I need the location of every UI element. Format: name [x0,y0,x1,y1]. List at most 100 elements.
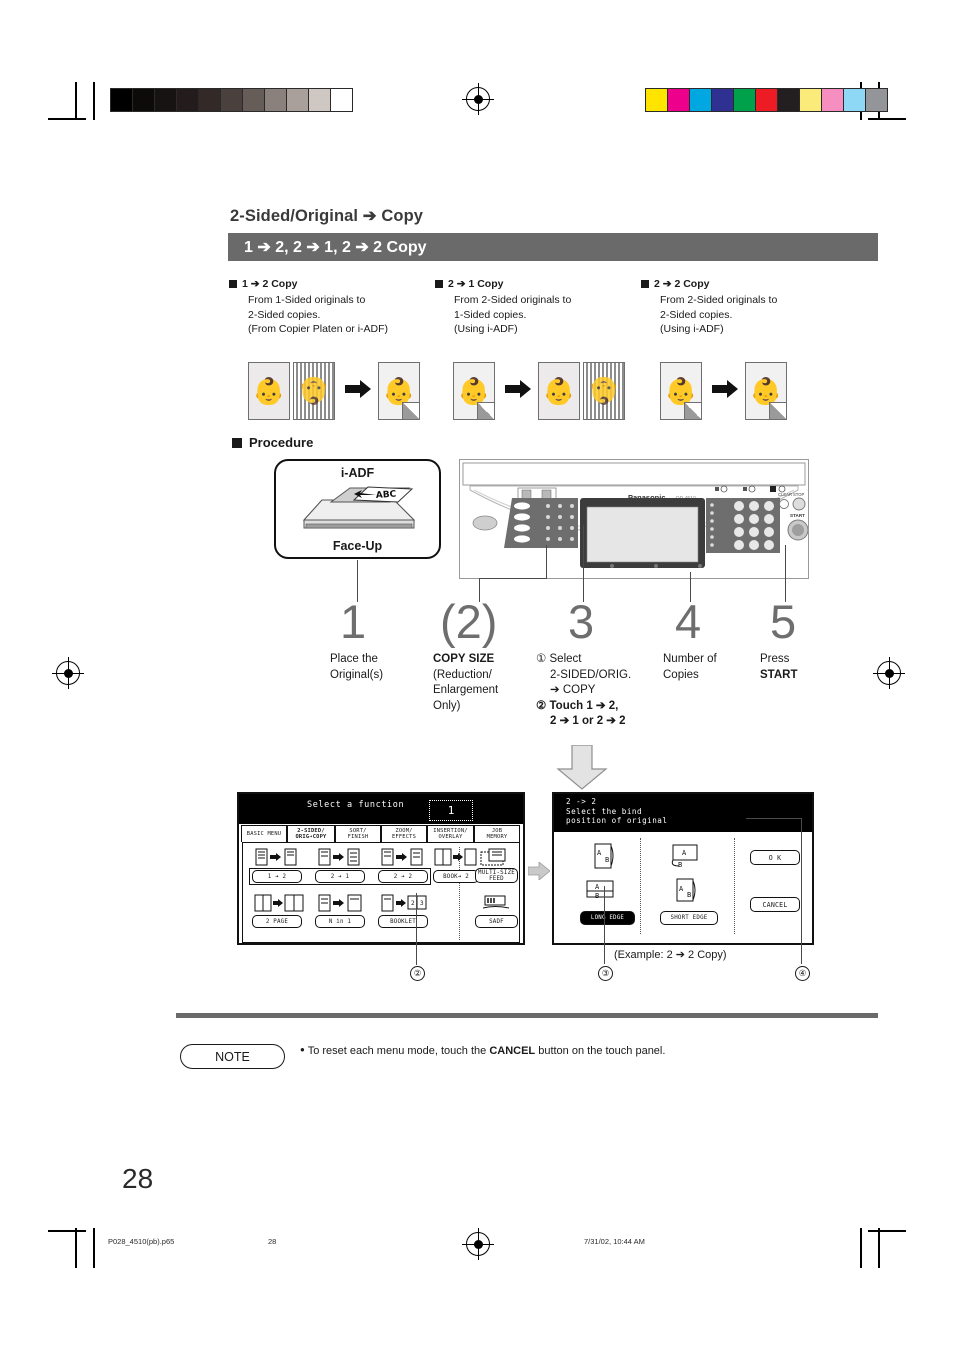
mode-line: From 2-Sided originals to [454,294,572,306]
control-panel-illustration: Panasonic DP-4510 [459,459,809,579]
step-caption-4: Number of Copies [663,652,758,683]
lcd-flow-arrow-icon [527,861,551,885]
button-label: BOOK➔ 2 [443,873,469,880]
original-page-thumb: 👶 [453,362,495,420]
registration-mark-top [462,83,494,115]
procedure-heading: Procedure [249,435,314,450]
button-label: SADF [489,918,504,925]
page-curl-icon [402,402,419,419]
lcd-title-bar: 2 -> 2 Select the bind position of origi… [554,794,812,832]
bullet-square-icon [641,280,649,288]
tab-2sided-orig-copy[interactable]: 2-SIDED/ ORIG➔COPY [287,825,335,842]
tab-label: FINISH [347,834,369,840]
figure-glyph: 👶 [749,376,783,406]
tab-zoom-effects[interactable]: ZOOM/ EFFECTS [381,825,427,842]
gray-bar-swatch [331,89,352,111]
icon-multi-size-feed [476,847,518,867]
thumbnail-group-2to1: 👶 👶 👶 [453,362,628,420]
copy-page-thumb: 👶 [538,362,580,420]
step-caption-line: (Reduction/ [433,668,492,681]
step-caption-line: ① Select [536,653,582,665]
mode-heading-row: 1 ➔ 2 Copy [229,278,434,290]
button-2-page[interactable]: 2 PAGE [252,915,302,928]
icon-long-edge-landscape: AB [580,876,626,904]
lcd-screen-function-menu[interactable]: Select a function 1 BASIC MENU 2-SIDED/ … [237,792,525,945]
button-short-edge[interactable]: SHORT EDGE [660,911,718,925]
mode-line: (From Copier Platen or i-ADF) [248,323,389,336]
button-cancel[interactable]: CANCEL [750,897,800,912]
step-number-1: 1 [340,595,367,648]
page-curl-icon [769,402,786,419]
figure-glyph: 👶 [252,376,286,406]
button-label: 2 PAGE [265,918,289,925]
step-caption-5: Press START [760,652,850,683]
svg-text:B: B [595,892,599,900]
button-multi-size-feed[interactable]: MULTI-SIZE FEED [475,868,518,883]
iadf-bottom-label: Face-Up [332,539,383,553]
crop-mark-bl-v2 [93,1228,95,1268]
thumbnail-group-1to2: 👶 👶 👶 [248,362,423,420]
gray-bar-swatch [111,89,133,111]
lcd-tab-row[interactable]: BASIC MENU 2-SIDED/ ORIG➔COPY SORT/ FINI… [241,825,520,842]
button-2-to-2[interactable]: 2 ➔ 2 [378,870,428,883]
mode-body: From 1-Sided originals to 2-Sided copies… [248,293,434,337]
lcd-screen-bind-position[interactable]: 2 -> 2 Select the bind position of origi… [552,792,814,945]
color-bar-swatch [866,89,887,111]
tab-insertion-overlay[interactable]: INSERTION/ OVERLAY [427,825,474,842]
crop-mark-tl-v2 [93,82,95,120]
tab-basic-menu[interactable]: BASIC MENU [241,825,287,842]
panel-divider-left [640,838,641,934]
leader-line-step2b [546,545,547,579]
mode-body: From 2-Sided originals to 1-Sided copies… [454,293,635,337]
color-bar-swatch [756,89,778,111]
mode-heading: 2 ➔ 2 Copy [654,278,710,290]
leader-line-marker4 [801,818,802,964]
gray-bar-swatch [265,89,287,111]
original-page-thumb: 👶 [660,362,702,420]
button-booklet[interactable]: BOOKLET [378,915,428,928]
mode-heading: 1 ➔ 2 Copy [242,278,298,290]
step-number-4: 4 [675,595,702,648]
button-n-in-1[interactable]: N in 1 [315,915,365,928]
note-bullet-icon: ● [300,1045,305,1054]
button-book-to-2[interactable]: BOOK➔ 2 [433,870,479,883]
button-label: 2 ➔ 2 [393,873,413,880]
lcd-body-panel: 1 ➔ 2 2 ➔ 1 2 ➔ 2 BOOK➔ 2 MULTI-SIZE FEE… [242,842,520,943]
crop-mark-br-h [868,1230,906,1232]
step-caption-line: COPY SIZE [433,653,495,665]
figure-glyph: 👶 [457,376,491,406]
crop-mark-tl-v [75,82,77,120]
original-page-thumb: 👶 [248,362,290,420]
button-2-to-1[interactable]: 2 ➔ 1 [315,870,365,883]
button-label: 2 ➔ 1 [330,873,350,880]
gray-bar-swatch [155,89,177,111]
tab-label: EFFECTS [391,834,417,840]
note-text-after: button on the touch panel. [535,1045,666,1057]
step-caption-line: 2-SIDED/ORIG. [550,668,632,681]
marker-4: ④ [795,966,810,981]
crop-mark-br-v2 [878,1228,880,1268]
svg-text:CLEAR: CLEAR [778,492,792,497]
leader-line-marker3 [604,886,605,964]
mode-line: 2-Sided copies. [660,308,733,321]
bullet-square-icon [435,280,443,288]
color-bar-swatch [690,89,712,111]
button-ok[interactable]: O K [750,850,800,865]
tab-job-memory[interactable]: JOB MEMORY [474,825,520,842]
mode-line: 1-Sided copies. [454,308,527,321]
button-long-edge[interactable]: LONG EDGE [580,911,635,925]
color-bar-swatch [822,89,844,111]
page-number: 28 [122,1163,154,1194]
bullet-square-icon [229,280,237,288]
tab-label: BASIC MENU [246,831,282,837]
crop-mark-tl-h [48,118,86,120]
button-1-to-2[interactable]: 1 ➔ 2 [252,870,302,883]
note-badge: NOTE [180,1044,285,1069]
example-caption: (Example: 2 ➔ 2 Copy) [614,949,727,961]
tab-sort-finish[interactable]: SORT/ FINISH [335,825,381,842]
note-badge-label: NOTE [215,1049,250,1064]
mode-column: 1 ➔ 2 Copy From 1-Sided originals to 2-S… [229,278,434,337]
button-sadf[interactable]: SADF [475,915,518,928]
registration-mark-bottom [462,1228,494,1260]
button-label: LONG EDGE [590,915,625,921]
